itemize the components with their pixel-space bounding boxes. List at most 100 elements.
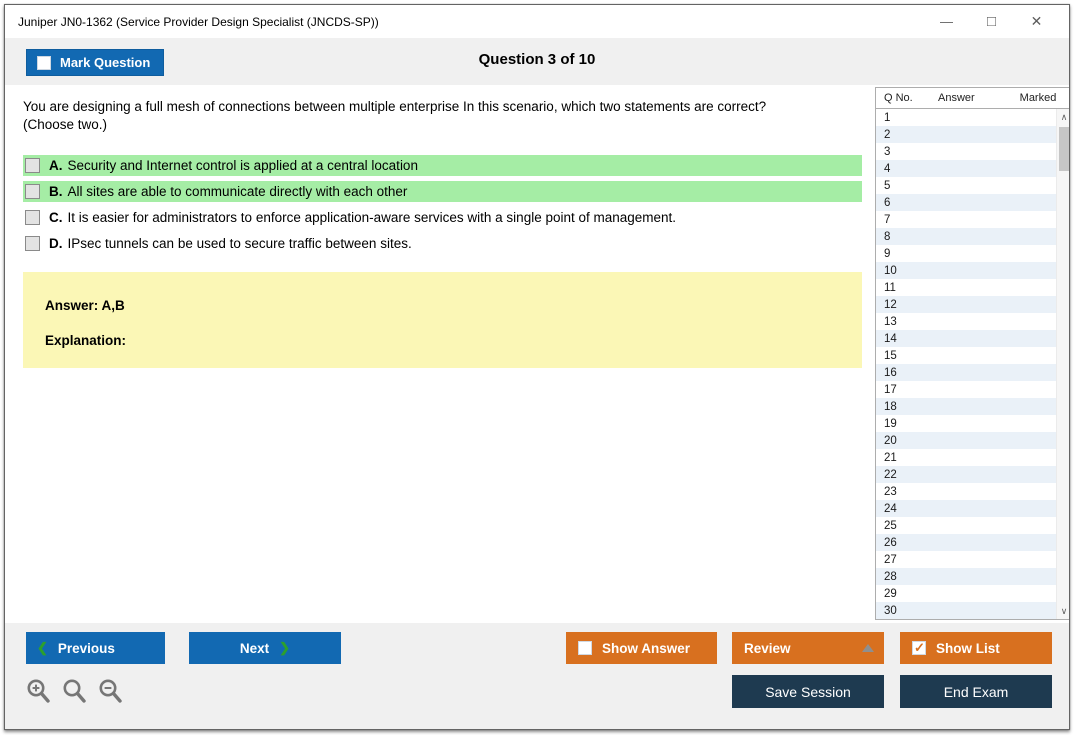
titlebar: Juniper JN0-1362 (Service Provider Desig… xyxy=(5,5,1069,38)
question-list-row[interactable]: 30 xyxy=(876,602,1069,619)
column-marked: Marked xyxy=(1008,92,1068,104)
question-number: 7 xyxy=(884,214,890,226)
answer-option[interactable]: C.It is easier for administrators to enf… xyxy=(23,207,862,228)
zoom-default-button[interactable] xyxy=(62,678,87,705)
question-list-row[interactable]: 23 xyxy=(876,483,1069,500)
question-pane: You are designing a full mesh of connect… xyxy=(5,85,875,623)
scrollbar-thumb[interactable] xyxy=(1059,127,1070,171)
question-list-row[interactable]: 9 xyxy=(876,245,1069,262)
option-text: IPsec tunnels can be used to secure traf… xyxy=(68,236,412,251)
question-list-row[interactable]: 12 xyxy=(876,296,1069,313)
question-list-row[interactable]: 28 xyxy=(876,568,1069,585)
question-list-header: Q No. Answer Marked xyxy=(875,87,1069,109)
show-list-checkbox xyxy=(912,641,926,655)
zoom-out-button[interactable] xyxy=(98,678,123,705)
question-list-row[interactable]: 17 xyxy=(876,381,1069,398)
option-letter: D. xyxy=(49,236,63,251)
option-checkbox[interactable] xyxy=(25,184,40,199)
question-list-row[interactable]: 3 xyxy=(876,143,1069,160)
question-list-row[interactable]: 11 xyxy=(876,279,1069,296)
question-number: 18 xyxy=(884,401,897,413)
question-list-row[interactable]: 25 xyxy=(876,517,1069,534)
end-exam-label: End Exam xyxy=(944,684,1009,700)
question-list-row[interactable]: 22 xyxy=(876,466,1069,483)
bottom-bar: ❮ Previous Next ❯ Show Answer Review Sho… xyxy=(5,623,1069,729)
previous-button[interactable]: ❮ Previous xyxy=(26,632,165,664)
option-checkbox[interactable] xyxy=(25,158,40,173)
magnifier-plus-icon xyxy=(26,678,51,705)
question-list-row[interactable]: 7 xyxy=(876,211,1069,228)
end-exam-button[interactable]: End Exam xyxy=(900,675,1052,708)
question-number: 10 xyxy=(884,265,897,277)
question-list-row[interactable]: 1 xyxy=(876,109,1069,126)
option-checkbox[interactable] xyxy=(25,236,40,251)
column-answer: Answer xyxy=(938,92,1008,104)
scroll-up-icon[interactable]: ∧ xyxy=(1057,109,1069,125)
next-label: Next xyxy=(240,641,269,656)
question-list-row[interactable]: 19 xyxy=(876,415,1069,432)
nav-row: ❮ Previous Next ❯ Show Answer Review Sho… xyxy=(26,632,1052,664)
scroll-down-icon[interactable]: ∨ xyxy=(1057,603,1069,619)
close-button[interactable]: ✕ xyxy=(1014,8,1059,36)
question-list-row[interactable]: 10 xyxy=(876,262,1069,279)
answer-option[interactable]: D. IPsec tunnels can be used to secure tr… xyxy=(23,233,862,254)
show-answer-label: Show Answer xyxy=(602,641,690,656)
question-list-row[interactable]: 27 xyxy=(876,551,1069,568)
question-number: 1 xyxy=(884,112,890,124)
option-letter: B. xyxy=(49,184,63,199)
question-number: 2 xyxy=(884,129,890,141)
question-list-row[interactable]: 6 xyxy=(876,194,1069,211)
question-text-line1: You are designing a full mesh of connect… xyxy=(23,98,862,116)
answer-option[interactable]: A.Security and Internet control is appli… xyxy=(23,155,862,176)
question-list-row[interactable]: 29 xyxy=(876,585,1069,602)
question-number: 26 xyxy=(884,537,897,549)
question-number: 25 xyxy=(884,520,897,532)
question-number: 27 xyxy=(884,554,897,566)
question-list-row[interactable]: 5 xyxy=(876,177,1069,194)
maximize-button[interactable]: □ xyxy=(969,8,1014,36)
review-button[interactable]: Review xyxy=(732,632,884,664)
options-list: A.Security and Internet control is appli… xyxy=(23,155,862,254)
window-title: Juniper JN0-1362 (Service Provider Desig… xyxy=(5,15,924,29)
question-list-row[interactable]: 8 xyxy=(876,228,1069,245)
zoom-in-button[interactable] xyxy=(26,678,51,705)
question-number: 11 xyxy=(884,282,896,294)
show-list-label: Show List xyxy=(936,641,1000,656)
column-qno: Q No. xyxy=(876,92,938,104)
previous-label: Previous xyxy=(58,641,115,656)
answer-label: Answer: A,B xyxy=(45,298,862,313)
chevron-left-icon: ❮ xyxy=(37,640,48,656)
save-session-label: Save Session xyxy=(765,684,851,700)
question-list-row[interactable]: 13 xyxy=(876,313,1069,330)
answer-box: Answer: A,B Explanation: xyxy=(23,272,862,368)
question-number: 4 xyxy=(884,163,890,175)
exam-window: Juniper JN0-1362 (Service Provider Desig… xyxy=(4,4,1070,730)
question-list-row[interactable]: 18 xyxy=(876,398,1069,415)
question-list-row[interactable]: 24 xyxy=(876,500,1069,517)
question-list-row[interactable]: 2 xyxy=(876,126,1069,143)
next-button[interactable]: Next ❯ xyxy=(189,632,341,664)
question-list-row[interactable]: 15 xyxy=(876,347,1069,364)
answer-option[interactable]: B. All sites are able to communicate dire… xyxy=(23,181,862,202)
minimize-button[interactable]: — xyxy=(924,8,969,36)
question-number: 5 xyxy=(884,180,890,192)
option-checkbox[interactable] xyxy=(25,210,40,225)
save-session-button[interactable]: Save Session xyxy=(732,675,884,708)
question-list-row[interactable]: 20 xyxy=(876,432,1069,449)
question-list-row[interactable]: 16 xyxy=(876,364,1069,381)
question-list-row[interactable]: 4 xyxy=(876,160,1069,177)
show-answer-button[interactable]: Show Answer xyxy=(566,632,717,664)
question-list-row[interactable]: 14 xyxy=(876,330,1069,347)
option-text: All sites are able to communicate direct… xyxy=(68,184,408,199)
question-number: 9 xyxy=(884,248,890,260)
question-number: 16 xyxy=(884,367,897,379)
show-answer-checkbox xyxy=(578,641,592,655)
content-area: You are designing a full mesh of connect… xyxy=(5,85,1069,623)
question-number: 17 xyxy=(884,384,897,396)
question-list-scrollbar[interactable]: ∧ ∨ xyxy=(1056,109,1069,619)
question-list-row[interactable]: 21 xyxy=(876,449,1069,466)
question-number: 20 xyxy=(884,435,897,447)
question-list-row[interactable]: 26 xyxy=(876,534,1069,551)
show-list-button[interactable]: Show List xyxy=(900,632,1052,664)
explanation-label: Explanation: xyxy=(45,333,862,348)
